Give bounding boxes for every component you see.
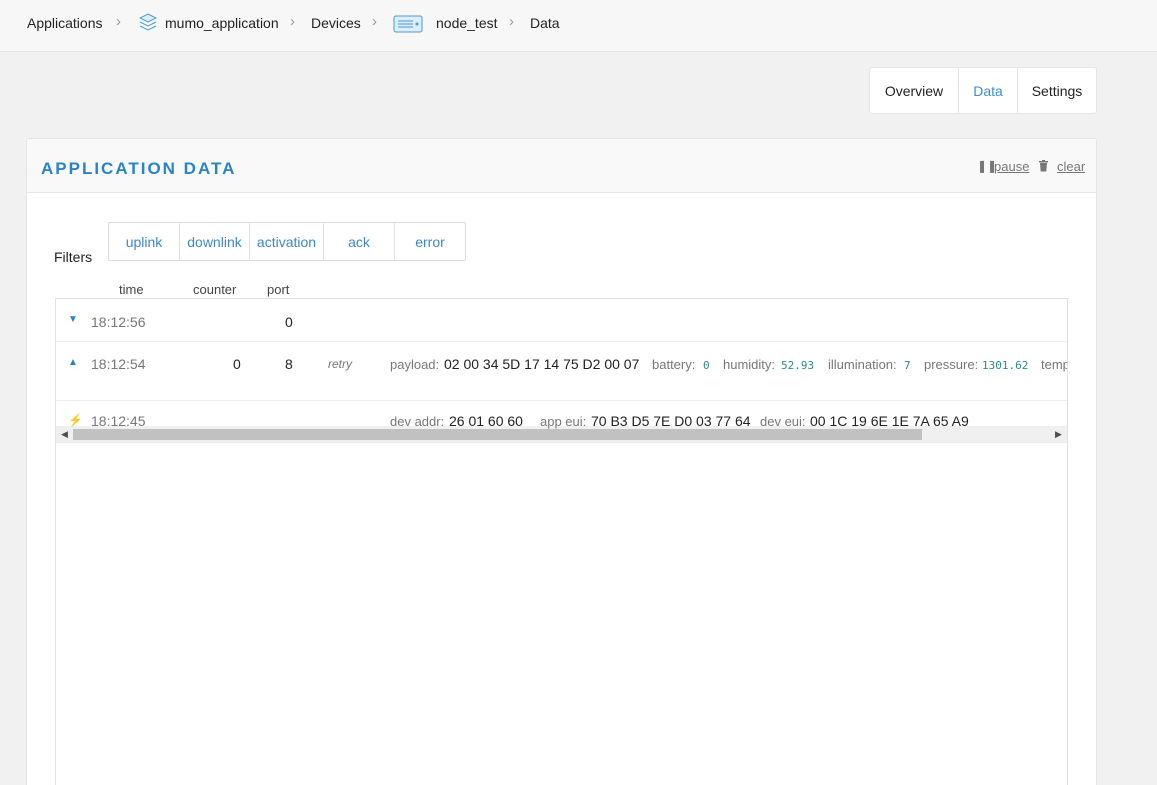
chevron-right-icon: ›: [290, 13, 295, 30]
battery-value: 0: [703, 359, 710, 372]
device-tabs: Overview Data Settings: [869, 67, 1097, 114]
arrow-down-icon[interactable]: ▼: [68, 314, 78, 325]
application-data-panel: APPLICATION DATA ❚❚ pause clear Filters …: [26, 138, 1097, 785]
tab-settings[interactable]: Settings: [1018, 68, 1096, 113]
filter-group: uplink downlink activation ack error: [108, 222, 466, 261]
payload-label: payload:: [390, 357, 440, 372]
filters-label: Filters: [54, 249, 93, 265]
chevron-right-icon: ›: [116, 13, 121, 30]
breadcrumb-device[interactable]: node_test: [436, 15, 498, 31]
row-time: 18:12:45: [91, 413, 146, 429]
filter-ack[interactable]: ack: [324, 223, 395, 260]
deveui-label: dev eui:: [760, 414, 806, 429]
filter-downlink[interactable]: downlink: [180, 223, 250, 260]
filter-error[interactable]: error: [395, 223, 465, 260]
pause-button[interactable]: pause: [994, 159, 1029, 174]
device-icon: [393, 15, 423, 33]
devaddr-value: 26 01 60 60: [449, 413, 523, 429]
table-row[interactable]: ▲ 18:12:54 0 8 retry payload: 02 00 34 5…: [56, 342, 1068, 443]
devaddr-label: dev addr:: [390, 414, 445, 429]
row-counter: 0: [233, 356, 241, 372]
layers-icon: [139, 13, 157, 31]
deveui-value: 00 1C 19 6E 1E 7A 65 A9: [810, 413, 969, 429]
humidity-label: humidity:: [723, 357, 776, 372]
breadcrumb-devices[interactable]: Devices: [311, 15, 361, 31]
breadcrumb-applications[interactable]: Applications: [27, 15, 103, 31]
column-header-port: port: [267, 282, 290, 297]
illumination-label: illumination:: [828, 357, 897, 372]
humidity-value: 52.93: [781, 359, 815, 372]
top-bar: Applications › mumo_application › Device…: [0, 0, 1157, 52]
payload-value: 02 00 34 5D 17 14 75 D2 00 07: [444, 356, 640, 372]
row-port: 0: [285, 314, 293, 330]
tab-overview[interactable]: Overview: [870, 68, 959, 113]
appeui-label: app eui:: [540, 414, 587, 429]
temperature-label: temp: [1041, 357, 1068, 372]
clear-button[interactable]: clear: [1057, 159, 1085, 174]
appeui-value: 70 B3 D5 7E D0 03 77 64: [591, 413, 751, 429]
battery-label: battery:: [652, 357, 696, 372]
column-header-time: time: [119, 282, 144, 297]
illumination-value: 7: [904, 359, 911, 372]
tab-data[interactable]: Data: [959, 68, 1018, 113]
chevron-right-icon: ›: [509, 13, 514, 30]
chevron-right-icon: ›: [372, 13, 377, 30]
filter-uplink[interactable]: uplink: [109, 223, 180, 260]
table-row[interactable]: ▼ 18:12:56 0: [56, 299, 1067, 342]
row-time: 18:12:56: [91, 314, 146, 330]
arrow-up-icon[interactable]: ▲: [68, 357, 78, 368]
row-time: 18:12:54: [91, 356, 146, 372]
pressure-label: pressure:: [924, 357, 979, 372]
pressure-value: 1301.62: [982, 359, 1029, 372]
messages-table: ▼ 18:12:56 0 ▲ 18:12:54 0 8 retry payloa…: [55, 298, 1068, 785]
column-header-counter: counter: [193, 282, 237, 297]
trash-icon[interactable]: [1038, 160, 1049, 172]
panel-title: APPLICATION DATA: [41, 159, 237, 178]
retry-badge: retry: [328, 357, 352, 371]
breadcrumb-data: Data: [530, 15, 560, 31]
table-row[interactable]: ⚡ 18:12:45 dev addr: 26 01 60 60 app eui…: [56, 401, 1067, 443]
filter-activation[interactable]: activation: [250, 223, 324, 260]
row-port: 8: [285, 356, 293, 372]
panel-header: APPLICATION DATA ❚❚ pause clear: [27, 139, 1096, 193]
breadcrumb-application[interactable]: mumo_application: [165, 15, 279, 31]
lightning-icon: ⚡: [68, 413, 83, 427]
